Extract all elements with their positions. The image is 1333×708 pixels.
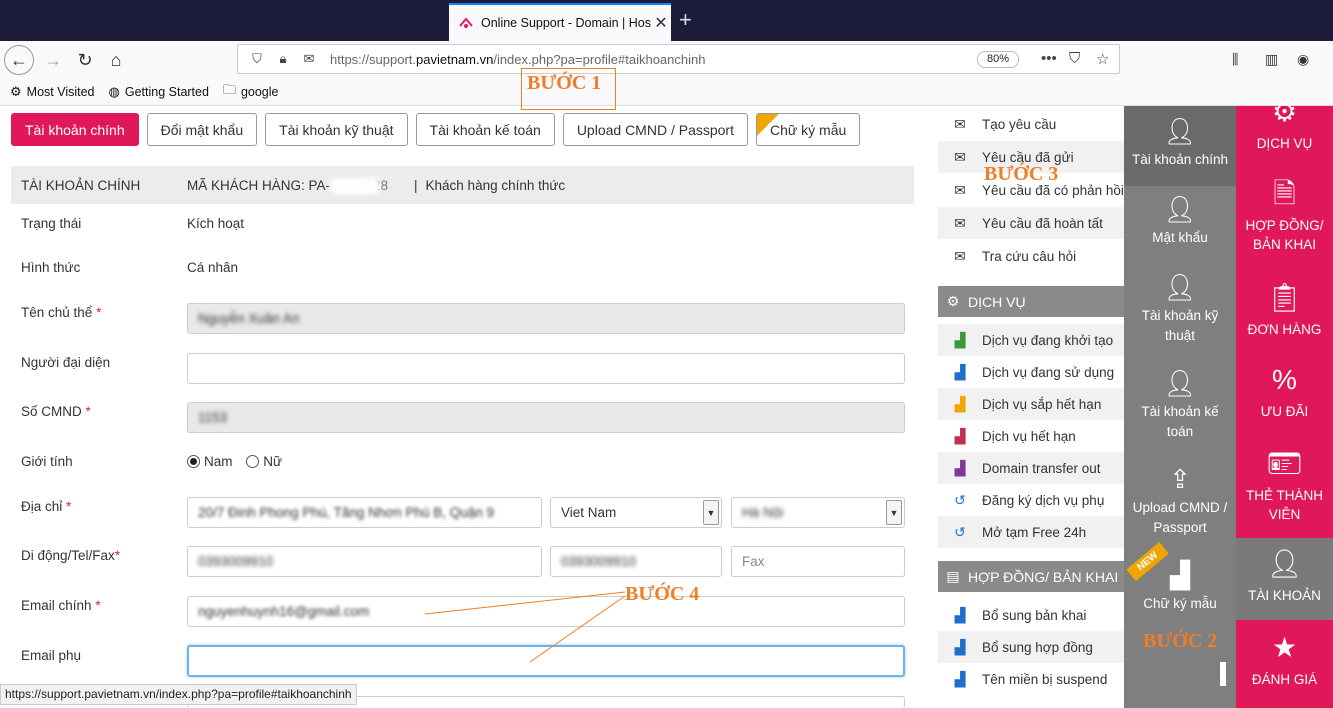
globe-icon: ◍	[108, 83, 120, 99]
reload-icon[interactable]: ↻	[70, 45, 100, 75]
menu-header-services: ⚙ DỊCH VỤ	[938, 286, 1124, 317]
document-icon: 🗎	[1273, 178, 1296, 209]
browser-tab-active[interactable]: Online Support - Domain | Hos ✕	[449, 3, 671, 41]
url-text[interactable]: https://support.pavietnam.vn/index.php?p…	[330, 52, 705, 67]
menu-item-domain-transfer-out[interactable]: ▟ Domain transfer out	[938, 452, 1124, 484]
subnav-password[interactable]: 👤︎ Mật khẩu	[1124, 194, 1236, 248]
menu-item-service-expired[interactable]: ▟ Dịch vụ hết hạn	[938, 420, 1124, 452]
library-icon[interactable]: ⫼	[1232, 51, 1238, 68]
nav-contracts[interactable]: 🗎 HỢP ĐỒNG/ BẢN KHAI	[1236, 178, 1333, 254]
folder-icon: 🗀	[222, 81, 236, 97]
url-bar[interactable]: ⛉ 🔒︎ ✉ https://support.pavietnam.vn/inde…	[237, 44, 1120, 74]
step4-line-b	[529, 595, 626, 663]
step4-label: BƯỚC 4	[625, 583, 700, 605]
file-upload-icon: ⇪	[1169, 464, 1191, 494]
menu-item-suspended-domains[interactable]: ▟ Tên miền bị suspend	[938, 663, 1124, 695]
back-icon[interactable]: ←	[4, 45, 34, 75]
account-sub-sidebar: 👤︎ Tài khoản chính 👤︎ Mật khẩu 👤︎ Tài khoản…	[1124, 106, 1236, 708]
status-bar-url: https://support.pavietnam.vn/index.php?p…	[0, 684, 357, 705]
subnav-accounting-account[interactable]: 👤︎ Tài khoản kế toán	[1124, 368, 1236, 442]
percent-icon: %	[1272, 364, 1297, 395]
sidebar-toggle-icon[interactable]: ▥	[1265, 51, 1278, 68]
menu-item-add-contract[interactable]: ▟ Bổ sung hợp đồng	[938, 631, 1124, 663]
user-lock-icon: 👤︎	[1163, 194, 1197, 224]
nav-member-card[interactable]: 🪪︎ THẺ THÀNH VIÊN	[1236, 448, 1333, 524]
account-icon[interactable]: ◉	[1297, 51, 1309, 68]
step2-label: BƯỚC 2	[1143, 630, 1218, 652]
user-icon: 👤︎	[1266, 548, 1303, 579]
menu-item-faq-lookup[interactable]: ✉ Tra cứu câu hỏi	[938, 240, 1124, 272]
gear-icon: ⚙	[946, 293, 960, 309]
user-edit-icon: 👤︎	[1163, 116, 1197, 146]
bar-chart-icon: ▟	[954, 670, 966, 687]
menu-item-register-addon[interactable]: ↺ Đăng ký dịch vụ phụ	[938, 484, 1124, 516]
gear-icon: ⚙	[1271, 96, 1298, 127]
subnav-main-account[interactable]: 👤︎ Tài khoản chính	[1124, 106, 1236, 186]
scroll-indicator	[1220, 662, 1226, 686]
nav-orders[interactable]: 📋︎ ĐƠN HÀNG	[1236, 282, 1333, 339]
step4-line-a	[424, 591, 626, 615]
support-dropdown-menu: ✉ Tạo yêu cầu ✉ Yêu cầu đã gửi ✉ Yêu cầu đã…	[938, 106, 1124, 708]
menu-item-service-active[interactable]: ▟ Dịch vụ đang sử dụng	[938, 356, 1124, 388]
pocket-icon[interactable]: ⛉	[1069, 50, 1080, 67]
nav-account[interactable]: 👤︎ TÀI KHOẢN	[1236, 538, 1333, 620]
home-icon[interactable]: ⌂	[101, 45, 131, 75]
subnav-technical-account[interactable]: 👤︎ Tài khoản kỹ thuật	[1124, 272, 1236, 346]
mail-icon: ✉	[954, 181, 966, 198]
menu-header-contracts: ▤ HỢP ĐỒNG/ BẢN KHAI	[938, 561, 1124, 592]
bar-chart-icon: ▟	[954, 638, 966, 655]
forward-icon[interactable]: →	[38, 45, 68, 75]
star-icon: ★	[1271, 632, 1298, 663]
bookmark-getting-started[interactable]: ◍ Getting Started	[109, 84, 209, 100]
page-actions-icon[interactable]: •••	[1041, 50, 1057, 67]
menu-item-create-request[interactable]: ✉ Tạo yêu cầu	[938, 108, 1124, 140]
main-sidebar: ⚙ DỊCH VỤ 🗎 HỢP ĐỒNG/ BẢN KHAI 📋︎ ĐƠN HÀNG …	[1236, 96, 1333, 708]
permissions-icon[interactable]: ✉	[300, 51, 318, 67]
nav-promotions[interactable]: % ƯU ĐÃI	[1236, 364, 1333, 421]
mail-icon: ✉	[954, 115, 966, 132]
new-tab-icon[interactable]: +	[679, 8, 692, 32]
step1-label: BƯỚC 1	[527, 72, 602, 94]
lock-icon[interactable]: 🔒︎	[274, 51, 292, 67]
menu-item-completed-requests[interactable]: ✉ Yêu cầu đã hoàn tất	[938, 207, 1124, 239]
mail-check-icon: ✉	[954, 214, 966, 231]
bookmarks-bar: ⚙ Most Visited ◍ Getting Started 🗀 google	[0, 78, 1333, 106]
tab-close-icon[interactable]: ✕	[651, 13, 671, 33]
user-edit-icon: 👤︎	[1163, 272, 1197, 302]
id-card-icon: 🪪︎	[1266, 448, 1303, 479]
bar-chart-icon: ▟	[954, 427, 966, 444]
subnav-upload-id[interactable]: ⇪ Upload CMND / Passport	[1124, 464, 1236, 538]
bar-chart-icon: ▟	[954, 606, 966, 623]
zoom-level[interactable]: 80%	[977, 51, 1019, 68]
nav-rating[interactable]: ★ ĐÁNH GIÁ	[1236, 632, 1333, 689]
nav-services[interactable]: ⚙ DỊCH VỤ	[1236, 96, 1333, 153]
refresh-icon: ↺	[954, 491, 966, 508]
gear-icon: ⚙	[10, 83, 22, 99]
bookmark-most-visited[interactable]: ⚙ Most Visited	[10, 84, 95, 100]
page-content: Tài khoản chính Đổi mật khẩu Tài khoản k…	[0, 96, 1333, 708]
mail-search-icon: ✉	[954, 247, 966, 264]
mail-icon: ✉	[954, 148, 966, 165]
browser-nav-bar: ← → ↻ ⌂ ⛉ 🔒︎ ✉ https://support.pavietnam…	[0, 41, 1333, 78]
menu-item-free-24h[interactable]: ↺ Mở tạm Free 24h	[938, 516, 1124, 548]
bar-chart-icon: ▟	[954, 331, 966, 348]
shield-icon[interactable]: ⛉	[248, 51, 266, 67]
bar-chart-icon: ▟	[954, 459, 966, 476]
clipboard-icon: 📋︎	[1266, 282, 1303, 313]
browser-tab-bar: Online Support - Domain | Hos ✕ +	[0, 0, 1333, 41]
step3-label: BƯỚC 3	[984, 163, 1059, 185]
tab-title: Online Support - Domain | Hos	[481, 16, 651, 30]
menu-item-add-declaration[interactable]: ▟ Bổ sung bản khai	[938, 599, 1124, 631]
user-edit-icon: 👤︎	[1163, 368, 1197, 398]
refresh-icon: ↺	[954, 523, 966, 540]
site-favicon-icon	[459, 17, 473, 28]
bookmark-google[interactable]: 🗀 google	[223, 81, 279, 103]
menu-item-service-expiring[interactable]: ▟ Dịch vụ sắp hết hạn	[938, 388, 1124, 420]
document-icon: ▤	[946, 568, 960, 584]
bar-chart-icon: ▟	[954, 363, 966, 380]
menu-item-service-initializing[interactable]: ▟ Dịch vụ đang khởi tạo	[938, 324, 1124, 356]
bookmark-star-icon[interactable]: ☆	[1096, 50, 1109, 68]
bar-chart-icon: ▟	[954, 395, 966, 412]
